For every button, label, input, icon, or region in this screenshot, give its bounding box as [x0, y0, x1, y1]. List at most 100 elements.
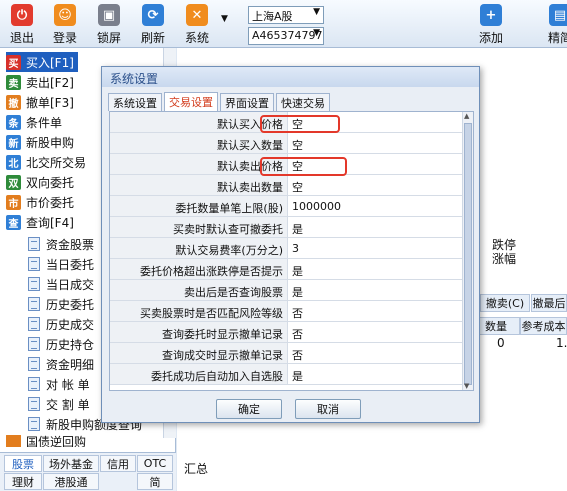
- system-button[interactable]: ✕ 系统: [177, 4, 217, 46]
- highlight-default-buy-price: [260, 115, 340, 133]
- sub-item-settlement[interactable]: 交 割 单: [28, 394, 90, 414]
- setting-row[interactable]: 查询成交时显示撤单记录否: [110, 343, 464, 364]
- ipo-icon: 新: [6, 134, 21, 150]
- dialog-title: 系统设置: [102, 67, 479, 87]
- tab-stocks[interactable]: 股票: [4, 455, 42, 472]
- query-icon: 查: [6, 214, 21, 230]
- sub-item-today-orders[interactable]: 当日委托: [28, 254, 94, 274]
- nav-item-reverse-repo[interactable]: 国债逆回购: [6, 435, 86, 447]
- add-button[interactable]: + 添加: [471, 4, 511, 46]
- change-label: 涨幅: [492, 252, 517, 266]
- document-icon: [28, 397, 40, 411]
- compact-button[interactable]: ▤ 精简: [540, 4, 567, 46]
- sub-item-history-orders[interactable]: 历史委托: [28, 294, 94, 314]
- account-select[interactable]: A465374797 ▼: [248, 27, 324, 45]
- document-icon: [28, 357, 40, 371]
- settings-grid: 默认买入价格空 默认买入数量空 默认卖出价格空 默认卖出数量空 委托数量单笔上限…: [109, 111, 474, 391]
- user-login-icon: ☺: [54, 4, 76, 26]
- system-settings-dialog: 系统设置 系统设置 交易设置 界面设置 快速交易 默认买入价格空 默认买入数量空…: [101, 66, 480, 423]
- sub-item-history-trades[interactable]: 历史成交: [28, 314, 94, 334]
- repo-icon: [6, 435, 21, 447]
- setting-row[interactable]: 委托价格超出涨跌停是否提示是: [110, 259, 464, 280]
- document-icon: [28, 237, 40, 251]
- nav-item-query[interactable]: 查查询[F4]: [6, 212, 74, 232]
- power-icon: ⏻: [11, 4, 33, 26]
- settings-scrollbar[interactable]: ▲ ▼: [462, 112, 473, 390]
- scroll-thumb[interactable]: [464, 123, 472, 385]
- document-icon: [28, 317, 40, 331]
- setting-row[interactable]: 默认卖出数量空: [110, 175, 464, 196]
- lock-icon: ▣: [98, 4, 120, 26]
- cancel-button[interactable]: 取消: [295, 399, 361, 419]
- system-dropdown-arrow-icon[interactable]: ▼: [221, 14, 228, 24]
- cancel-last-button[interactable]: 撤最后: [531, 294, 567, 312]
- bse-icon: 北: [6, 154, 21, 170]
- cancel-sell-button[interactable]: 撤卖(C): [480, 294, 530, 312]
- setting-row[interactable]: 买卖时默认查可撤委托是: [110, 217, 464, 238]
- setting-row[interactable]: 默认交易费率(万分之) 3: [110, 238, 464, 259]
- cell-cost: 1.: [556, 336, 567, 350]
- nav-item-bse[interactable]: 北北交所交易: [6, 152, 86, 172]
- chevron-down-icon: ▼: [313, 28, 320, 38]
- document-icon: [28, 257, 40, 271]
- setting-row[interactable]: 买卖股票时是否匹配风险等级否: [110, 301, 464, 322]
- sub-item-funds-stocks[interactable]: 资金股票: [28, 234, 94, 254]
- sub-item-fund-details[interactable]: 资金明细: [28, 354, 94, 374]
- tab-otc-funds[interactable]: 场外基金: [43, 455, 99, 472]
- setting-row[interactable]: 委托成功后自动加入自选股是: [110, 364, 464, 385]
- tools-icon: ✕: [186, 4, 208, 26]
- nav-item-cancel[interactable]: 撤撤单[F3]: [6, 92, 74, 112]
- sub-item-history-positions[interactable]: 历史持仓: [28, 334, 94, 354]
- tab-quick-trade[interactable]: 快速交易: [276, 93, 330, 111]
- tab-simplified[interactable]: 简: [137, 473, 173, 490]
- chevron-down-icon: ▼: [313, 7, 320, 17]
- nav-item-market-order[interactable]: 市市价委托: [6, 192, 74, 212]
- document-icon: [28, 377, 40, 391]
- sell-icon: 卖: [6, 74, 21, 90]
- tab-credit[interactable]: 信用: [100, 455, 136, 472]
- compact-icon: ▤: [549, 4, 567, 26]
- tab-interface-settings[interactable]: 界面设置: [220, 93, 274, 111]
- nav-item-ipo[interactable]: 新新股申购: [6, 132, 74, 152]
- tab-hk-connect[interactable]: 港股通: [43, 473, 99, 490]
- lock-screen-button[interactable]: ▣ 锁屏: [89, 4, 129, 46]
- document-icon: [28, 297, 40, 311]
- nav-item-two-way[interactable]: 双双向委托: [6, 172, 74, 192]
- login-button[interactable]: ☺ 登录: [45, 4, 85, 46]
- tab-wealth[interactable]: 理财: [4, 473, 42, 490]
- setting-row[interactable]: 卖出后是否查询股票是: [110, 280, 464, 301]
- ok-button[interactable]: 确定: [216, 399, 282, 419]
- summary-label: 汇总: [184, 462, 209, 476]
- tab-system-settings[interactable]: 系统设置: [108, 93, 162, 111]
- scroll-up-icon[interactable]: ▲: [464, 112, 469, 120]
- bottom-tab-bar: 股票 场外基金 信用 OTC 理财 港股通 简: [0, 452, 176, 491]
- refresh-button[interactable]: ⟳ 刷新: [133, 4, 173, 46]
- sub-item-statement[interactable]: 对 帐 单: [28, 374, 90, 394]
- nav-item-conditional[interactable]: 条条件单: [6, 112, 62, 132]
- refresh-icon: ⟳: [142, 4, 164, 26]
- nav-item-buy[interactable]: 买买入[F1]: [6, 52, 78, 72]
- add-user-icon: +: [480, 4, 502, 26]
- document-icon: [28, 277, 40, 291]
- scroll-down-icon[interactable]: ▼: [464, 382, 469, 390]
- setting-row[interactable]: 查询委托时显示撤单记录否: [110, 322, 464, 343]
- highlight-default-sell-price: [260, 157, 347, 176]
- two-way-icon: 双: [6, 174, 21, 190]
- buy-icon: 买: [6, 54, 21, 70]
- exit-button[interactable]: ⏻ 退出: [2, 4, 42, 46]
- cell-quantity: 0: [497, 336, 505, 350]
- setting-row[interactable]: 默认买入数量空: [110, 133, 464, 154]
- setting-row[interactable]: 委托数量单笔上限(股) 1000000: [110, 196, 464, 217]
- cancel-order-icon: 撤: [6, 94, 21, 110]
- document-icon: [28, 337, 40, 351]
- document-icon: [28, 417, 40, 431]
- main-toolbar: ⏻ 退出 ☺ 登录 ▣ 锁屏 ⟳ 刷新 ✕ 系统 ▼ 上海A股 ▼ A465374…: [0, 0, 567, 48]
- conditional-order-icon: 条: [6, 114, 21, 130]
- tab-otc[interactable]: OTC: [137, 455, 173, 472]
- column-header-cost[interactable]: 参考成本: [520, 317, 567, 335]
- tab-trade-settings[interactable]: 交易设置: [164, 92, 218, 111]
- market-select[interactable]: 上海A股 ▼: [248, 6, 324, 24]
- market-order-icon: 市: [6, 194, 21, 210]
- nav-item-sell[interactable]: 卖卖出[F2]: [6, 72, 74, 92]
- sub-item-today-trades[interactable]: 当日成交: [28, 274, 94, 294]
